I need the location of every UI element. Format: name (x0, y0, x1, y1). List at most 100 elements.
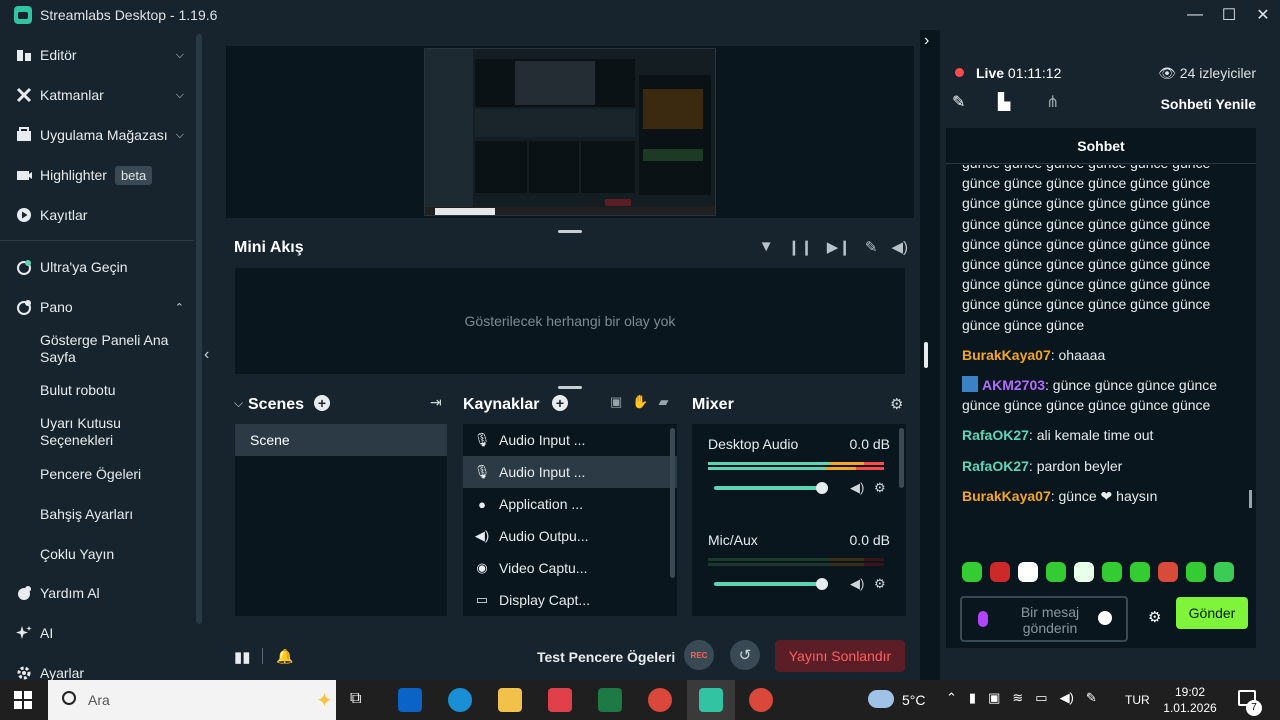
volume-icon[interactable]: ◀) (1060, 690, 1074, 706)
sidebar-subitem-alertbox[interactable]: Uyarı Kutusu Seçenekleri (40, 415, 180, 449)
end-stream-button[interactable]: Yayını Sonlandır (775, 640, 905, 672)
emote-icon[interactable] (990, 562, 1010, 582)
sidebar-item-settings[interactable]: Ayarlar (0, 662, 194, 680)
gear-icon[interactable]: ⚙ (890, 395, 903, 413)
record-button[interactable]: REC (684, 640, 714, 670)
dashboard-icon[interactable]: ▙ (998, 92, 1010, 112)
source-item[interactable]: ◀) Audio Outpu... (463, 520, 677, 552)
edit-stream-icon[interactable]: ✎ (952, 92, 965, 112)
volume-slider-knob[interactable] (816, 578, 828, 590)
weather-temp[interactable]: 5°C (902, 692, 926, 708)
sidebar-subitem-widgets[interactable]: Pencere Ögeleri (40, 466, 180, 483)
windows-start-icon[interactable] (14, 691, 32, 709)
close-button[interactable]: ✕ (1246, 0, 1280, 30)
chat-username[interactable]: RafaOK27 (962, 458, 1029, 474)
pause-icon[interactable]: ❙❙ (788, 238, 813, 256)
chat-message-input[interactable]: Bir mesaj gönderin (960, 596, 1128, 642)
sidebar-item-layers[interactable]: Katmanlar ⌵ (0, 84, 194, 106)
speaker-icon[interactable]: ◀) (850, 576, 864, 592)
emote-icon[interactable] (1186, 562, 1206, 582)
gear-icon[interactable]: ⚙ (874, 576, 886, 592)
sidebar-scrollbar[interactable] (196, 34, 202, 624)
sidebar-item-dashboard[interactable]: Pano ⌃ (0, 296, 194, 318)
emote-icon[interactable] (1158, 562, 1178, 582)
emote-icon[interactable] (1130, 562, 1150, 582)
emote-icon[interactable] (1046, 562, 1066, 582)
send-button[interactable]: Gönder (1176, 597, 1248, 629)
streamlabs-taskbar-icon[interactable] (699, 688, 723, 712)
sources-scrollbar[interactable] (670, 428, 675, 578)
source-item[interactable]: 🎙 Audio Input ... (463, 424, 677, 456)
performance-icon[interactable]: ▮▮ (234, 648, 251, 666)
gear-icon[interactable]: ⚙ (874, 480, 886, 496)
mute-alerts-icon[interactable]: ✎ (865, 238, 878, 256)
excel-icon[interactable] (598, 688, 622, 712)
sidebar-item-help[interactable]: Yardım Al (0, 582, 194, 604)
sidebar-subitem-dashboard-home[interactable]: Gösterge Paneli Ana Sayfa (40, 332, 180, 366)
language-indicator[interactable]: TUR (1125, 693, 1150, 707)
sidebar-item-editor[interactable]: Editör ⌵ (0, 44, 194, 66)
outlook-icon[interactable] (398, 688, 422, 712)
emote-icon[interactable] (1102, 562, 1122, 582)
sidebar-item-store[interactable]: Uygulama Mağazası ⌵ (0, 124, 194, 146)
speaker-icon[interactable]: ◀) (850, 480, 864, 496)
resize-handle[interactable] (558, 386, 582, 389)
add-folder-icon[interactable]: ▰ (658, 394, 668, 410)
volume-icon[interactable]: ◀) (891, 238, 908, 256)
file-explorer-icon[interactable] (498, 688, 522, 712)
test-widgets-button[interactable]: Test Pencere Ögeleri (537, 649, 675, 665)
sidebar-subitem-tips[interactable]: Bahşiş Ayarları (40, 506, 180, 523)
volume-slider-knob[interactable] (816, 482, 828, 494)
volume-slider-track[interactable] (714, 582, 822, 586)
microphone-icon[interactable] (978, 611, 988, 627)
sidebar-item-ultra[interactable]: Ultra'ya Geçin (0, 256, 194, 278)
emoji-icon[interactable] (1098, 611, 1112, 625)
edge-icon[interactable] (448, 688, 472, 712)
source-item[interactable]: ● Application ... (463, 488, 677, 520)
battery-icon[interactable]: ▭ (1035, 690, 1047, 706)
wifi-icon[interactable]: ≋ (1012, 690, 1023, 706)
chat-username[interactable]: AKM2703 (982, 377, 1045, 393)
sidebar-item-highlighter[interactable]: Highlighter beta (0, 164, 194, 186)
chat-username[interactable]: BurakKaya07 (962, 347, 1051, 363)
refresh-chat-button[interactable]: Sohbeti Yenile (1161, 96, 1256, 112)
panel-resize-handle[interactable] (924, 342, 928, 368)
task-view-icon[interactable]: ⧉ (350, 690, 361, 708)
source-item[interactable]: ▭ Display Capt... (463, 584, 677, 616)
mixer-scrollbar[interactable] (899, 428, 904, 488)
collapse-sidebar-icon[interactable]: ‹ (204, 346, 209, 364)
resize-handle[interactable] (558, 230, 582, 233)
gear-icon[interactable]: ⚙ (1148, 608, 1161, 626)
bell-icon[interactable]: 🔔 (276, 648, 293, 665)
sidebar-subitem-cloudbot[interactable]: Bulut robotu (40, 382, 180, 399)
source-selection-icon[interactable]: ▣ (610, 394, 622, 410)
taskbar-clock[interactable]: 19:02 1.01.2026 (1160, 684, 1220, 716)
sidebar-item-recordings[interactable]: Kayıtlar (0, 204, 194, 226)
source-item[interactable]: 🎙 Audio Input ... (463, 456, 677, 488)
microphone-icon[interactable]: ▮ (969, 690, 976, 706)
chrome-icon[interactable] (648, 688, 672, 712)
source-item[interactable]: ◉ Video Captu... (463, 552, 677, 584)
add-scene-icon[interactable]: + (314, 395, 330, 411)
chrome-icon[interactable] (749, 688, 773, 712)
share-icon[interactable]: ⋔ (1046, 92, 1059, 112)
filter-icon[interactable]: ▼ (759, 238, 774, 256)
pen-icon[interactable]: ✎ (1086, 690, 1097, 706)
source-grab-icon[interactable]: ✋ (632, 394, 648, 410)
chat-username[interactable]: RafaOK27 (962, 427, 1029, 443)
collapse-chat-icon[interactable]: › (924, 32, 929, 50)
replay-buffer-button[interactable]: ↺ (730, 640, 760, 670)
maximize-button[interactable]: ☐ (1212, 0, 1246, 30)
chat-scrollbar[interactable] (1249, 490, 1252, 508)
volume-slider-track[interactable] (714, 486, 822, 490)
emote-icon[interactable] (1214, 562, 1234, 582)
scene-item[interactable]: Scene (235, 424, 447, 456)
stream-preview[interactable] (226, 46, 914, 218)
scene-transition-icon[interactable]: ⇥ (430, 394, 442, 411)
sidebar-subitem-multistream[interactable]: Çoklu Yayın (40, 546, 180, 563)
emote-icon[interactable] (1074, 562, 1094, 582)
emote-icon[interactable] (962, 562, 982, 582)
chevron-up-icon[interactable]: ⌃ (946, 690, 957, 706)
display-icon[interactable]: ▣ (988, 690, 1000, 706)
anydesk-icon[interactable] (548, 688, 572, 712)
